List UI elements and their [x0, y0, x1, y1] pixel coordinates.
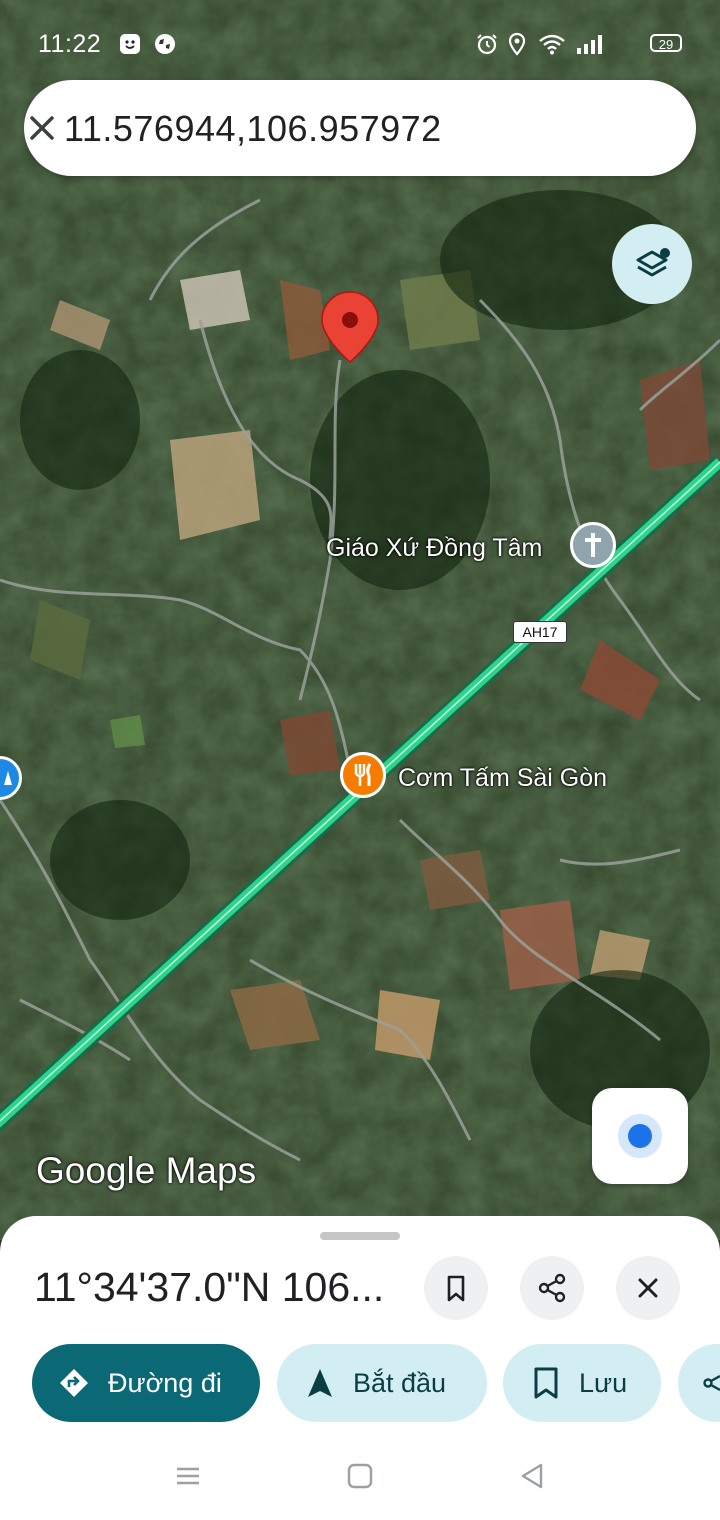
status-time: 11:22 [38, 30, 102, 58]
layers-icon [636, 248, 670, 277]
google-maps-logo: Google Maps [36, 1150, 257, 1191]
status-bar: 11:22 29 [0, 22, 720, 66]
battery-indicator: 29 [650, 34, 682, 52]
church-marker[interactable] [570, 522, 616, 568]
my-location-button[interactable] [592, 1088, 688, 1184]
close-button[interactable] [616, 1256, 680, 1320]
save-label: Lưu [579, 1368, 628, 1398]
globe-icon [155, 34, 175, 54]
poi-icon [4, 771, 12, 785]
road-badge: AH17 [513, 621, 567, 643]
fork-knife-icon [354, 763, 372, 786]
home-icon[interactable] [346, 1462, 374, 1490]
start-button[interactable]: Bắt đầu [277, 1344, 487, 1422]
my-location-icon [628, 1124, 652, 1148]
bookmark-outline-icon [534, 1367, 558, 1399]
close-icon [638, 1278, 658, 1298]
search-query[interactable]: 11.576944,106.957972 [64, 108, 442, 150]
signal-icon [577, 35, 602, 54]
share-button[interactable] [520, 1256, 584, 1320]
back-icon[interactable] [518, 1462, 546, 1490]
save-icon-button[interactable] [424, 1256, 488, 1320]
navigation-arrow-icon [308, 1369, 332, 1397]
bookmark-icon [447, 1275, 465, 1302]
directions-button[interactable]: Đường đi [32, 1344, 260, 1422]
wifi-icon [539, 34, 565, 55]
search-bar[interactable]: 11.576944,106.957972 [24, 80, 696, 176]
clear-search-icon[interactable] [24, 110, 60, 146]
offscreen-poi-marker[interactable] [0, 756, 22, 800]
share-partial-icon [703, 1374, 720, 1392]
drag-handle[interactable] [320, 1232, 400, 1240]
place-coordinates: 11°34'37.0"N 106... [34, 1264, 385, 1310]
layers-button[interactable] [612, 224, 692, 304]
directions-label: Đường đi [108, 1368, 222, 1398]
save-button[interactable]: Lưu [503, 1344, 661, 1422]
system-nav-bar [0, 1440, 720, 1520]
directions-icon [60, 1369, 88, 1397]
more-actions-button[interactable] [678, 1344, 720, 1422]
satellite-imagery [0, 0, 720, 1240]
start-label: Bắt đầu [353, 1368, 447, 1398]
cross-icon [585, 533, 601, 557]
share-icon [538, 1273, 566, 1303]
restaurant-marker[interactable] [340, 752, 386, 798]
face-icon [120, 34, 140, 54]
church-label[interactable]: Giáo Xứ Đồng Tâm [326, 534, 542, 563]
map-view[interactable]: 11:22 29 11.576944,106.957972 Giáo Xứ Đồ… [0, 0, 720, 1240]
recents-icon[interactable] [174, 1462, 202, 1490]
location-icon [508, 32, 526, 56]
restaurant-label[interactable]: Cơm Tấm Sài Gòn [398, 764, 607, 793]
alarm-icon [477, 34, 497, 55]
